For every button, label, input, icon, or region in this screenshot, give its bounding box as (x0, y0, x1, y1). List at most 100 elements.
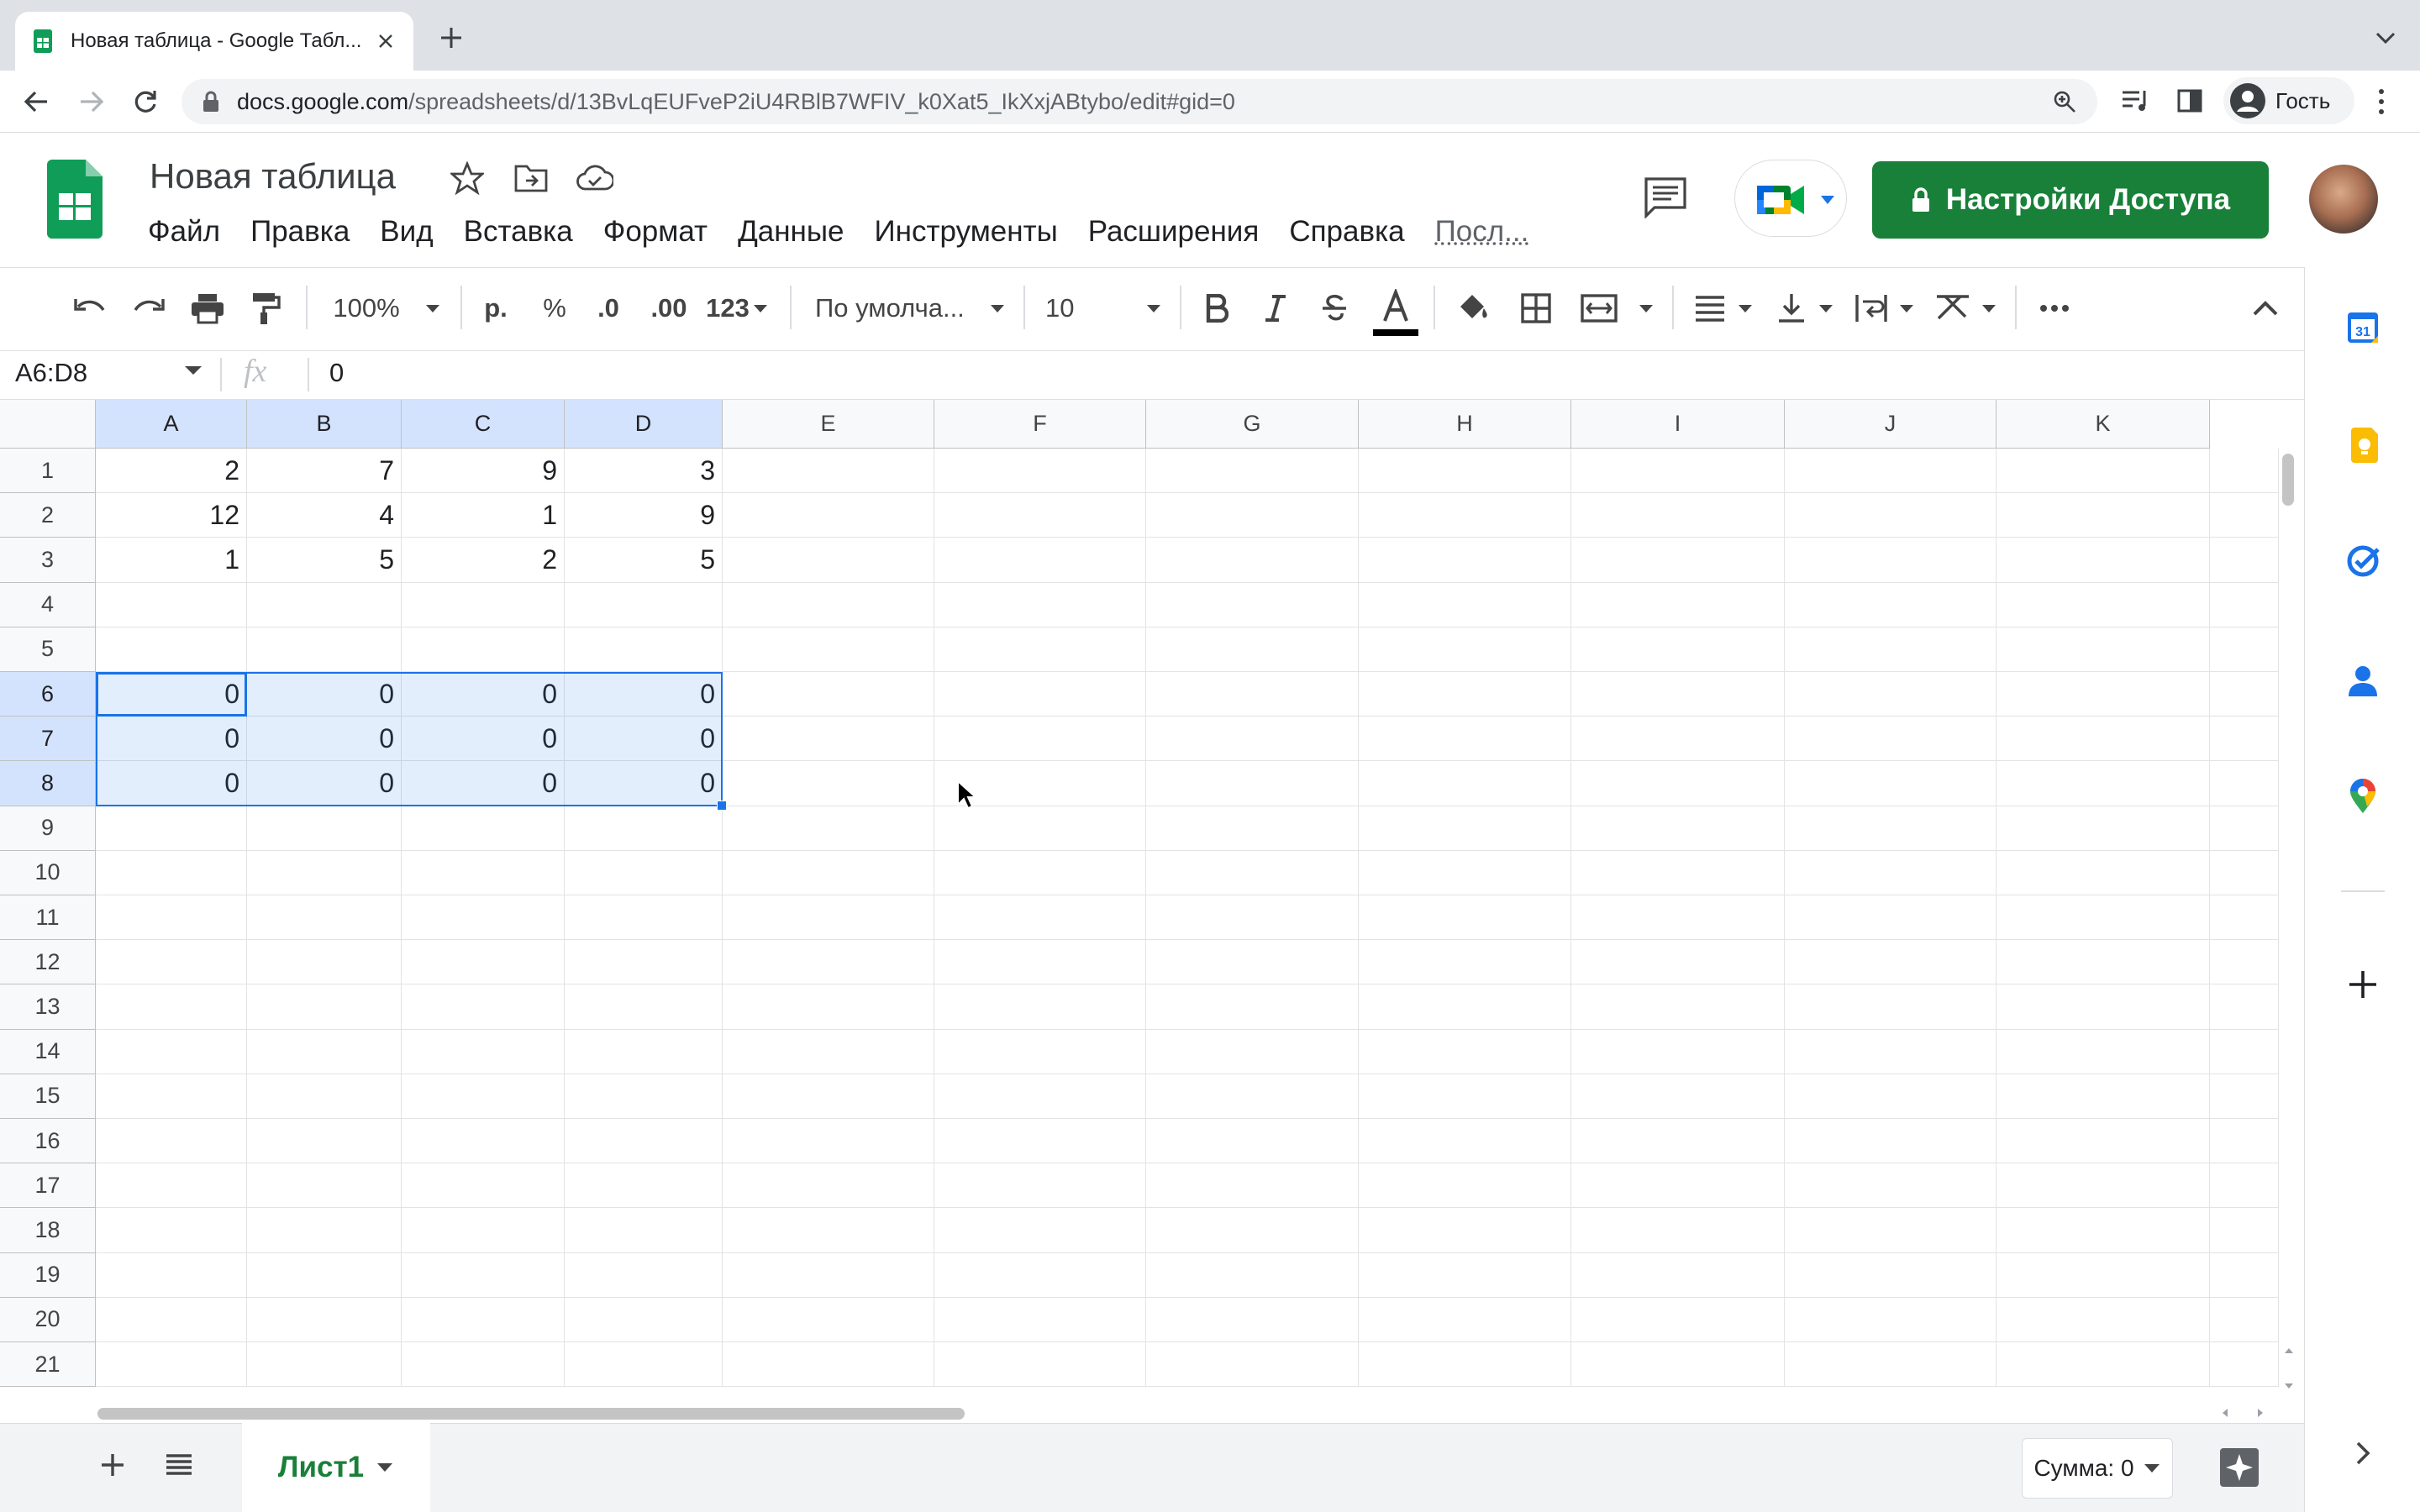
menu-file[interactable]: Файл (148, 215, 220, 249)
cell[interactable]: 0 (96, 761, 247, 806)
cell[interactable] (1571, 850, 1785, 895)
cell[interactable] (2210, 1119, 2279, 1164)
cell[interactable] (934, 1252, 1146, 1298)
cell[interactable] (247, 984, 402, 1030)
cell[interactable] (1146, 449, 1359, 494)
cell[interactable] (247, 940, 402, 985)
cell[interactable] (1996, 1119, 2210, 1164)
cell[interactable] (1996, 1297, 2210, 1342)
sheets-logo-icon[interactable] (47, 160, 103, 239)
tasks-icon[interactable] (2346, 544, 2380, 578)
maps-icon[interactable] (2346, 779, 2380, 813)
cell[interactable] (1996, 895, 2210, 941)
cell[interactable] (247, 1297, 402, 1342)
cell[interactable]: 0 (247, 717, 402, 762)
cell[interactable]: 5 (565, 538, 723, 583)
fill-handle[interactable] (717, 800, 727, 811)
contacts-icon[interactable] (2346, 664, 2380, 697)
cell[interactable] (565, 850, 723, 895)
cell[interactable] (723, 538, 934, 583)
percent-format-button[interactable]: % (538, 287, 571, 329)
cell[interactable] (402, 627, 565, 672)
cell[interactable] (1359, 850, 1571, 895)
cell[interactable] (96, 1208, 247, 1253)
cell[interactable]: 9 (565, 493, 723, 538)
cell[interactable] (2210, 940, 2279, 985)
cell[interactable] (934, 940, 1146, 985)
cell[interactable] (2210, 717, 2279, 762)
column-header-a[interactable]: A (96, 400, 247, 449)
cell[interactable] (565, 627, 723, 672)
cell[interactable] (402, 850, 565, 895)
row-header-16[interactable]: 16 (0, 1119, 96, 1164)
all-sheets-icon[interactable] (165, 1453, 193, 1477)
menu-help[interactable]: Справка (1289, 215, 1404, 249)
cell[interactable] (247, 1342, 402, 1388)
cell[interactable] (934, 1119, 1146, 1164)
new-tab-icon[interactable] (439, 25, 464, 50)
cell[interactable] (1146, 1297, 1359, 1342)
print-icon[interactable] (188, 287, 227, 329)
cell[interactable] (565, 1297, 723, 1342)
select-all-corner[interactable] (0, 400, 96, 449)
cell[interactable]: 2 (402, 538, 565, 583)
cell[interactable] (1571, 582, 1785, 627)
cell[interactable] (2210, 1163, 2279, 1209)
cell[interactable] (2210, 850, 2279, 895)
cell[interactable] (402, 1163, 565, 1209)
cell[interactable] (1146, 1342, 1359, 1388)
cell[interactable] (402, 895, 565, 941)
cell[interactable] (723, 1029, 934, 1074)
document-title[interactable]: Новая таблица (150, 156, 396, 197)
cell[interactable] (565, 1342, 723, 1388)
cell[interactable] (723, 1252, 934, 1298)
cell[interactable] (1785, 1119, 1996, 1164)
spreadsheet-grid[interactable]: A B C D E F G H I J K 1 2 7 9 3 2 12 4 1 9 3 1 5 2 5 4 5 6 0 0 0 0 7 0 0 0 0 8… (0, 400, 2279, 1399)
row-header-15[interactable]: 15 (0, 1074, 96, 1119)
cell[interactable] (1359, 1163, 1571, 1209)
cell[interactable] (565, 1029, 723, 1074)
row-header-21[interactable]: 21 (0, 1342, 96, 1388)
cell[interactable] (1359, 984, 1571, 1030)
cell[interactable] (2210, 538, 2279, 583)
cell[interactable] (402, 1029, 565, 1074)
cell[interactable] (934, 1208, 1146, 1253)
cell[interactable] (96, 627, 247, 672)
cell[interactable] (1359, 1297, 1571, 1342)
font-family-select[interactable]: По умолча... (815, 287, 975, 329)
zoom-dropdown-icon[interactable] (420, 287, 445, 329)
cell[interactable]: 7 (247, 449, 402, 494)
cell[interactable] (2210, 1297, 2279, 1342)
cell[interactable] (723, 717, 934, 762)
text-rotation-icon[interactable] (1934, 287, 1971, 329)
cell[interactable] (565, 1119, 723, 1164)
cell[interactable]: 0 (565, 672, 723, 717)
cell[interactable] (402, 1342, 565, 1388)
cell[interactable] (1359, 1342, 1571, 1388)
cell[interactable]: 4 (247, 493, 402, 538)
cell[interactable] (402, 806, 565, 851)
cell[interactable] (934, 984, 1146, 1030)
row-header-3[interactable]: 3 (0, 538, 96, 583)
cell[interactable] (723, 627, 934, 672)
cell[interactable] (1146, 1208, 1359, 1253)
cell[interactable] (2210, 627, 2279, 672)
cell[interactable] (934, 850, 1146, 895)
currency-format-button[interactable]: р. (477, 287, 514, 329)
cell[interactable] (1996, 672, 2210, 717)
cell[interactable] (1146, 672, 1359, 717)
cell[interactable] (1785, 1163, 1996, 1209)
cell[interactable] (96, 1119, 247, 1164)
cell[interactable] (1146, 850, 1359, 895)
cell[interactable] (1996, 717, 2210, 762)
cell[interactable] (1785, 672, 1996, 717)
font-dropdown-icon[interactable] (986, 287, 1008, 329)
cell[interactable] (247, 1163, 402, 1209)
row-header-19[interactable]: 19 (0, 1252, 96, 1298)
cell[interactable] (1359, 627, 1571, 672)
cell[interactable] (2210, 672, 2279, 717)
menu-insert[interactable]: Вставка (464, 215, 573, 249)
cell[interactable] (1146, 627, 1359, 672)
cell[interactable] (247, 1029, 402, 1074)
cell[interactable] (2210, 1342, 2279, 1388)
